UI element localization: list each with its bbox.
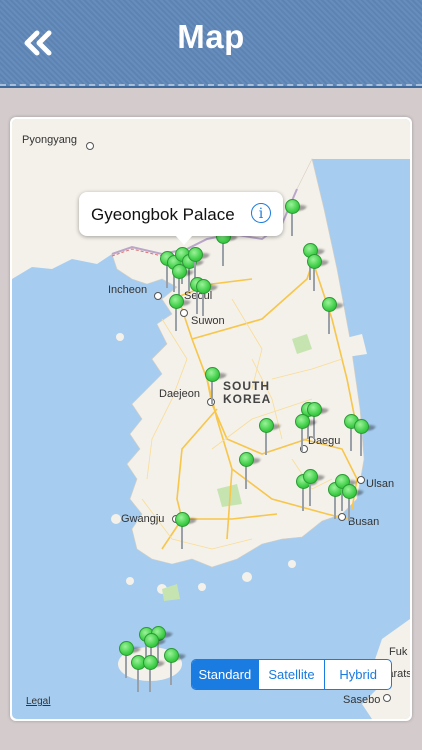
map-pin[interactable] [354, 419, 377, 457]
place-label-incheon: Incheon [108, 284, 148, 296]
navigation-bar: Map [0, 0, 422, 86]
pin-callout[interactable]: Gyeongbok Palace i [79, 192, 283, 245]
map-pin[interactable] [285, 199, 308, 237]
info-icon[interactable]: i [251, 203, 271, 223]
place-label-ulsan: Ulsan [366, 478, 395, 490]
map-pin[interactable] [196, 279, 219, 317]
place-label-daejeon: Daejeon [159, 388, 200, 400]
segment-satellite[interactable]: Satellite [257, 660, 325, 689]
place-label-sasebo: Sasebo [343, 694, 381, 706]
map-pin[interactable] [307, 254, 330, 292]
place-label-fukuoka: Fuk [389, 646, 408, 658]
city-marker [86, 142, 94, 150]
map-pin[interactable] [239, 452, 262, 490]
map-pin[interactable] [295, 414, 318, 452]
country-label: SOUTH KOREA [223, 379, 272, 406]
page-title: Map [177, 18, 245, 55]
map-type-segmented-control[interactable]: Standard Satellite Hybrid [191, 659, 392, 690]
map-pin[interactable] [259, 418, 282, 456]
map-pin[interactable] [342, 484, 365, 522]
city-marker [383, 694, 391, 702]
map-pin[interactable] [205, 367, 228, 405]
place-label-pyongyang: Pyongyang [22, 134, 78, 146]
map-pin[interactable] [175, 512, 198, 550]
map-pin[interactable] [322, 297, 345, 335]
segment-hybrid[interactable]: Hybrid [324, 660, 391, 689]
map-pin[interactable] [169, 294, 192, 332]
map-pin[interactable] [143, 655, 166, 693]
segment-standard[interactable]: Standard [192, 660, 258, 689]
legal-link[interactable]: Legal [26, 696, 50, 707]
city-marker [154, 292, 162, 300]
place-label-gwangju: Gwangju [121, 513, 165, 525]
map-pin[interactable] [164, 648, 187, 686]
map-pin[interactable] [303, 469, 326, 507]
city-marker [357, 476, 365, 484]
callout-title: Gyeongbok Palace [91, 205, 235, 224]
